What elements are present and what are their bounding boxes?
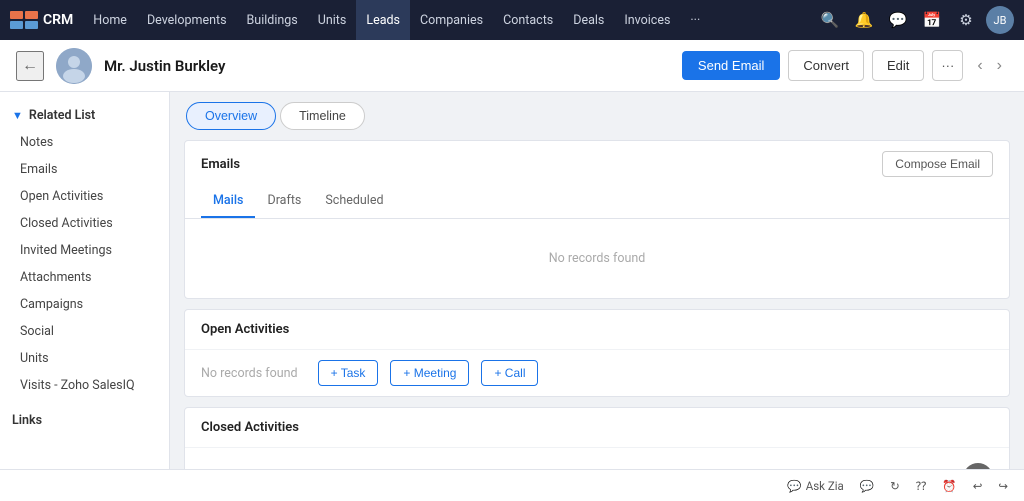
compose-email-button[interactable]: Compose Email <box>882 151 993 177</box>
add-meeting-button[interactable]: + Meeting <box>390 360 469 386</box>
nav-more[interactable]: ··· <box>680 0 710 40</box>
content-area: Overview Timeline Emails Compose Email M… <box>170 92 1024 501</box>
email-tab-mails[interactable]: Mails <box>201 185 255 218</box>
topnav-right-icons: 🔍 🔔 💬 📅 ⚙ JB <box>816 6 1014 34</box>
email-tabs: Mails Drafts Scheduled <box>185 185 1009 219</box>
app-logo[interactable]: CRM <box>10 11 73 29</box>
top-navigation: CRM Home Developments Buildings Units Le… <box>0 0 1024 40</box>
email-tab-drafts[interactable]: Drafts <box>255 185 313 218</box>
sidebar-item-emails[interactable]: Emails <box>0 156 169 183</box>
page-header: ← Mr. Justin Burkley Send Email Convert … <box>0 40 1024 92</box>
bottom-icon-2[interactable]: ↻ <box>890 479 900 493</box>
nav-menu: Home Developments Buildings Units Leads … <box>83 0 816 40</box>
sidebar-item-attachments[interactable]: Attachments <box>0 264 169 291</box>
chat-icon[interactable]: 💬 <box>884 6 912 34</box>
open-activities-title: Open Activities <box>201 322 289 337</box>
bottom-icon-3[interactable]: ⁇ <box>916 479 927 493</box>
open-activities-no-records: No records found <box>201 366 298 381</box>
bottom-chat-icon: 💬 <box>860 479 874 493</box>
emails-no-records: No records found <box>201 231 993 286</box>
nav-developments[interactable]: Developments <box>137 0 237 40</box>
emails-section: Emails Compose Email Mails Drafts Schedu… <box>184 140 1010 299</box>
send-email-button[interactable]: Send Email <box>682 51 780 80</box>
zia-icon: 💬 <box>787 479 801 493</box>
bell-icon[interactable]: 🔔 <box>850 6 878 34</box>
back-button[interactable]: ← <box>16 51 44 81</box>
sidebar-item-social[interactable]: Social <box>0 318 169 345</box>
sidebar-item-units[interactable]: Units <box>0 345 169 372</box>
nav-units[interactable]: Units <box>308 0 357 40</box>
nav-invoices[interactable]: Invoices <box>614 0 680 40</box>
contact-avatar <box>56 48 92 84</box>
settings-icon[interactable]: ⚙ <box>952 6 980 34</box>
left-sidebar: ▼ Related List Notes Emails Open Activit… <box>0 92 170 501</box>
ask-zia-label: Ask Zia <box>806 479 844 493</box>
bottom-icon-6[interactable]: ↪ <box>998 479 1008 493</box>
sidebar-item-invited-meetings[interactable]: Invited Meetings <box>0 237 169 264</box>
add-call-button[interactable]: + Call <box>481 360 538 386</box>
user-avatar[interactable]: JB <box>986 6 1014 34</box>
main-layout: ▼ Related List Notes Emails Open Activit… <box>0 92 1024 501</box>
tab-timeline[interactable]: Timeline <box>280 102 365 130</box>
next-record-button[interactable]: › <box>991 53 1008 79</box>
closed-activities-header: Closed Activities <box>185 408 1009 448</box>
sidebar-item-notes[interactable]: Notes <box>0 129 169 156</box>
record-navigation: ‹ › <box>971 53 1008 79</box>
related-list-label: Related List <box>29 108 95 123</box>
sidebar-item-campaigns[interactable]: Campaigns <box>0 291 169 318</box>
add-task-button[interactable]: + Task <box>318 360 379 386</box>
nav-contacts[interactable]: Contacts <box>493 0 563 40</box>
emails-header: Emails Compose Email <box>185 141 1009 177</box>
bottom-icon-1[interactable]: 💬 <box>860 479 874 493</box>
open-activities-header: Open Activities <box>185 310 1009 350</box>
bottom-grid-icon: ⁇ <box>916 479 927 493</box>
nav-deals[interactable]: Deals <box>563 0 614 40</box>
sidebar-item-open-activities[interactable]: Open Activities <box>0 183 169 210</box>
bottom-icon-4[interactable]: ⏰ <box>942 479 956 493</box>
bottom-refresh-icon: ↻ <box>890 479 900 493</box>
email-tab-scheduled[interactable]: Scheduled <box>313 185 395 218</box>
bottom-icon-5[interactable]: ↩ <box>973 479 983 493</box>
header-actions: Send Email Convert Edit ··· ‹ › <box>682 50 1008 81</box>
bottom-clock-icon: ⏰ <box>942 479 956 493</box>
nav-buildings[interactable]: Buildings <box>237 0 308 40</box>
links-section-label: Links <box>0 399 169 434</box>
convert-button[interactable]: Convert <box>788 50 864 81</box>
sidebar-item-visits[interactable]: Visits - Zoho SalesIQ <box>0 372 169 399</box>
calendar-icon[interactable]: 📅 <box>918 6 946 34</box>
nav-companies[interactable]: Companies <box>410 0 493 40</box>
emails-title: Emails <box>201 157 240 172</box>
sidebar-arrow-icon: ▼ <box>12 109 23 122</box>
bottom-back-icon: ↩ <box>973 479 983 493</box>
app-name: CRM <box>43 12 73 28</box>
closed-activities-title: Closed Activities <box>201 420 299 435</box>
nav-home[interactable]: Home <box>83 0 137 40</box>
prev-record-button[interactable]: ‹ <box>971 53 988 79</box>
bottom-forward-icon: ↪ <box>998 479 1008 493</box>
content-tabs: Overview Timeline <box>170 92 1024 130</box>
contact-name: Mr. Justin Burkley <box>104 57 670 75</box>
related-list-toggle[interactable]: ▼ Related List <box>0 100 169 129</box>
search-icon[interactable]: 🔍 <box>816 6 844 34</box>
emails-body: No records found <box>185 219 1009 298</box>
tab-overview[interactable]: Overview <box>186 102 276 130</box>
more-options-button[interactable]: ··· <box>932 50 963 81</box>
open-activities-section: Open Activities No records found + Task … <box>184 309 1010 397</box>
edit-button[interactable]: Edit <box>872 50 924 81</box>
ask-zia-button[interactable]: 💬 Ask Zia <box>787 479 843 493</box>
nav-leads[interactable]: Leads <box>356 0 410 40</box>
bottom-bar: 💬 Ask Zia 💬 ↻ ⁇ ⏰ ↩ ↪ <box>0 469 1024 501</box>
open-activities-body: No records found + Task + Meeting + Call <box>185 350 1009 396</box>
sidebar-item-closed-activities[interactable]: Closed Activities <box>0 210 169 237</box>
